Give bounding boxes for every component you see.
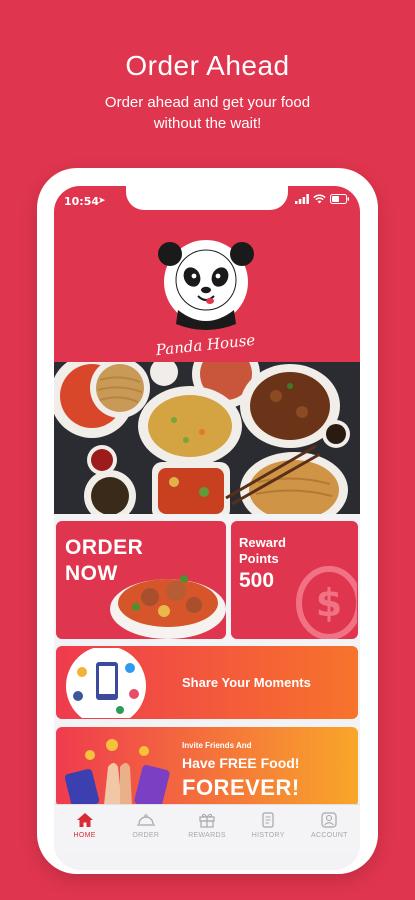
svg-text:$: $ xyxy=(316,581,342,625)
tab-rewards[interactable]: REWARDS xyxy=(176,805,237,853)
tab-rewards-label: REWARDS xyxy=(188,832,226,839)
tab-home[interactable]: HOME xyxy=(54,805,115,853)
receipt-icon xyxy=(262,812,274,828)
share-moments-label: Share Your Moments xyxy=(182,675,311,690)
logo-brand-text: Panda House xyxy=(154,331,256,359)
phone-notch xyxy=(126,186,288,210)
invite-line-1: Invite Friends And xyxy=(182,741,252,750)
app-screen: 10:54 ➤ Panda House ORDER NOW Reward Poi… xyxy=(54,186,360,870)
location-arrow-icon: ➤ xyxy=(98,195,106,205)
tab-order-label: ORDER xyxy=(132,832,160,839)
order-now-card[interactable]: ORDER NOW xyxy=(56,521,226,639)
tab-history[interactable]: HISTORY xyxy=(238,805,299,853)
cloche-icon xyxy=(136,814,155,826)
signal-icon xyxy=(295,194,309,204)
food-banner-image xyxy=(54,340,360,528)
order-food-bowl-image xyxy=(110,575,226,639)
promo-subtitle: Order ahead and get your food without th… xyxy=(104,94,311,132)
tab-home-label: HOME xyxy=(73,832,96,839)
user-icon xyxy=(321,812,338,828)
share-moments-card[interactable]: Share Your Moments xyxy=(56,646,358,719)
battery-icon xyxy=(330,194,349,204)
status-bar: 10:54 ➤ xyxy=(54,186,360,218)
reward-points-value: 500 xyxy=(239,569,275,592)
status-icons xyxy=(295,194,350,204)
promo-title: Order Ahead xyxy=(125,50,290,81)
status-time: 10:54 xyxy=(64,195,100,208)
tab-order[interactable]: ORDER xyxy=(115,805,176,853)
invite-line-3: FOREVER! xyxy=(182,775,300,800)
invite-friends-card[interactable]: Invite Friends And Have FREE Food! FOREV… xyxy=(56,727,358,807)
bottom-tab-bar: HOME ORDER REWARDS HISTORY ACCOUNT xyxy=(54,804,360,853)
home-icon xyxy=(76,813,93,827)
social-media-icons-image xyxy=(66,648,146,718)
panda-house-logo: Panda House xyxy=(154,240,256,359)
dollar-coin-icon: $ xyxy=(296,566,357,639)
tab-account[interactable]: ACCOUNT xyxy=(299,805,360,853)
gift-icon xyxy=(199,813,215,828)
invite-high-five-image xyxy=(64,739,170,807)
tab-history-label: HISTORY xyxy=(251,832,285,839)
invite-line-2: Have FREE Food! xyxy=(182,755,300,771)
brand-header: Panda House xyxy=(54,218,360,368)
tab-account-label: ACCOUNT xyxy=(311,832,348,839)
reward-points-card[interactable]: Reward Points 500 $ xyxy=(231,521,358,639)
wifi-icon xyxy=(313,194,326,204)
